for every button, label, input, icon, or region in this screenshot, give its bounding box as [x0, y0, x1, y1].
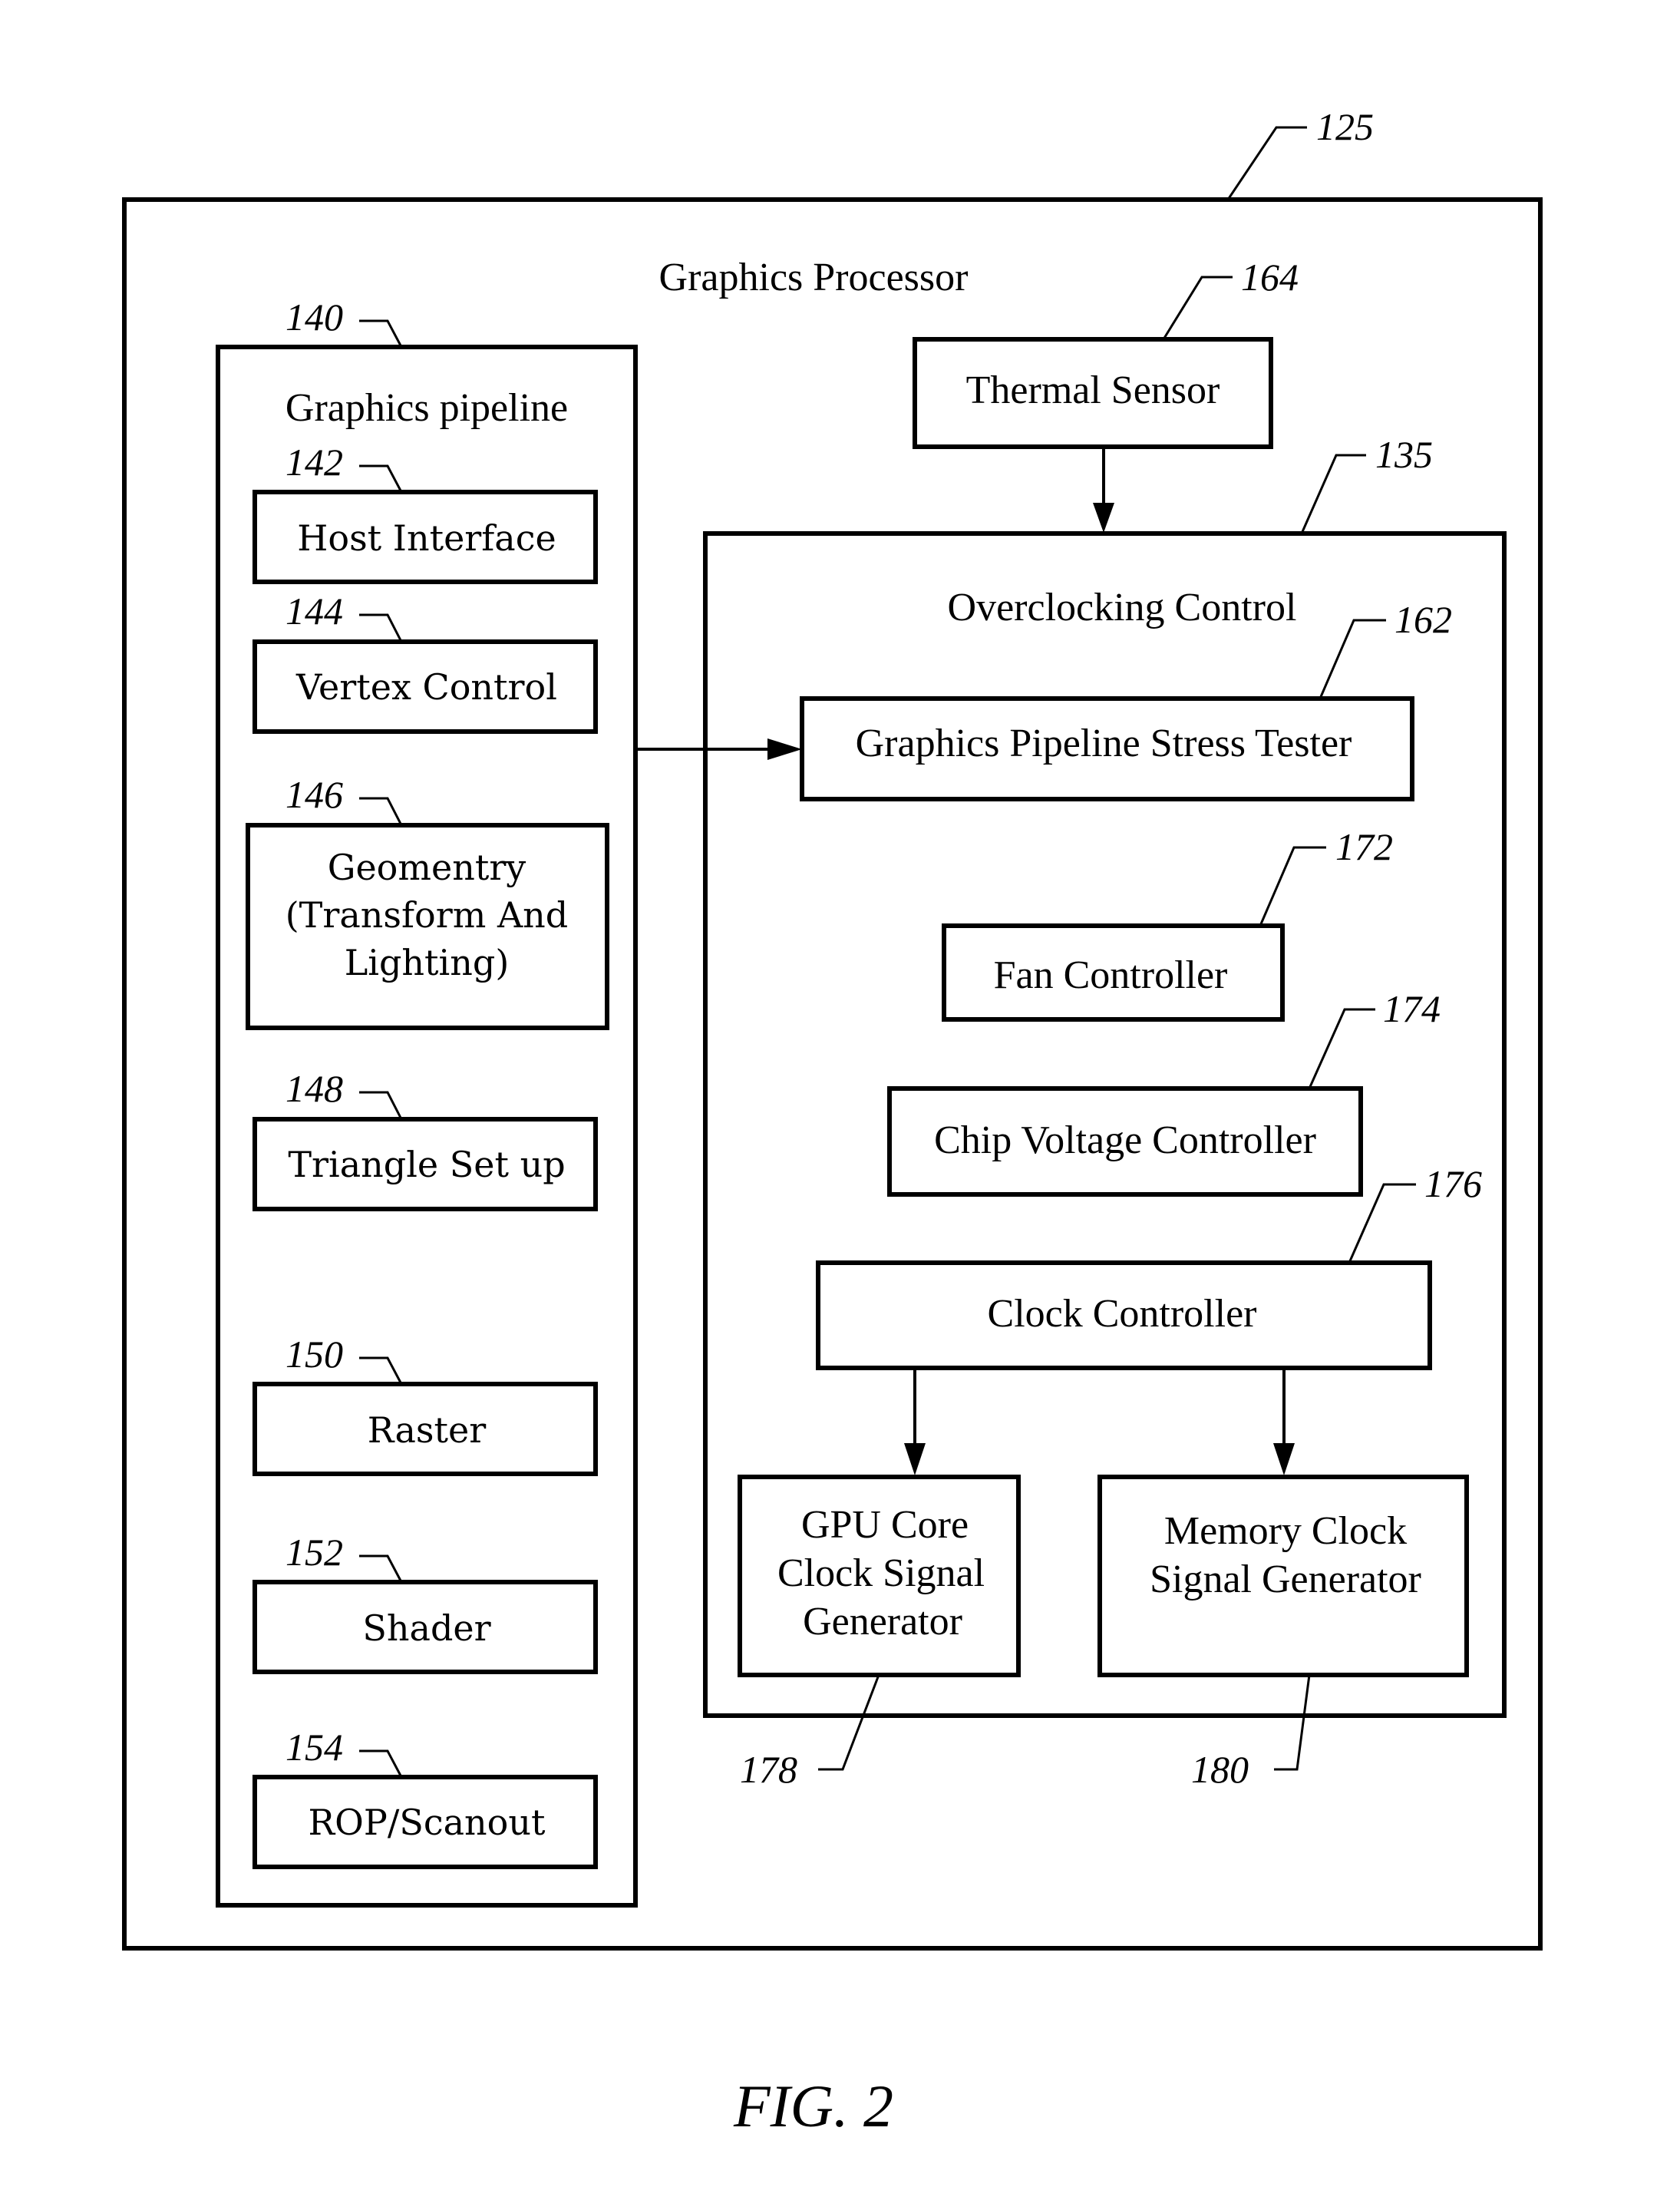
overclocking-control: Overclocking Control 135 Graphics Pipeli…: [703, 433, 1507, 1791]
thermal-sensor-ref: 164: [1241, 256, 1299, 299]
graphics-pipeline-title: Graphics pipeline: [286, 386, 568, 430]
gpu-core-clock-generator-label-line-3: Generator: [803, 1600, 962, 1643]
graphics-processor-ref: 125: [1316, 105, 1374, 148]
fan-controller-ref: 172: [1335, 825, 1393, 868]
fan-controller-label: Fan Controller: [994, 953, 1228, 997]
geometry-ref: 146: [286, 773, 343, 816]
raster-ref: 150: [286, 1333, 343, 1376]
clock-controller-ref: 176: [1424, 1162, 1482, 1205]
geometry-label-line-2: (Transform And: [286, 894, 569, 936]
memory-clock-generator-ref: 180: [1191, 1748, 1249, 1791]
host-interface-label: Host Interface: [297, 517, 556, 559]
shader-label: Shader: [362, 1607, 490, 1649]
triangle-setup-ref: 148: [286, 1067, 343, 1110]
figure-caption: FIG. 2: [733, 2073, 893, 2139]
gpu-core-clock-generator-label-line-2: Clock Signal: [777, 1551, 985, 1595]
gpu-core-clock-generator-ref: 178: [740, 1748, 797, 1791]
geometry-label-line-1: Geomentry: [328, 847, 526, 888]
patent-figure: Graphics Processor 125 Graphics pipeline…: [122, 105, 1543, 2139]
gpu-core-clock-generator-label-line-1: GPU Core: [801, 1503, 969, 1547]
stress-tester-label: Graphics Pipeline Stress Tester: [856, 722, 1352, 765]
chip-voltage-controller-label: Chip Voltage Controller: [934, 1118, 1316, 1162]
graphics-pipeline: Graphics pipeline 140 Host Interface 142…: [216, 296, 638, 1908]
overclocking-control-title: Overclocking Control: [948, 586, 1297, 629]
triangle-setup-label: Triangle Set up: [288, 1144, 565, 1185]
graphics-processor-leader: [1226, 126, 1307, 200]
thermal-sensor-label: Thermal Sensor: [966, 368, 1220, 412]
memory-clock-generator-label-line-2: Signal Generator: [1150, 1558, 1421, 1601]
overclocking-control-ref: 135: [1375, 433, 1433, 476]
clock-controller-label: Clock Controller: [988, 1292, 1257, 1336]
graphics-processor-title: Graphics Processor: [659, 256, 969, 299]
geometry-label-line-3: Lighting): [345, 942, 510, 983]
raster-label: Raster: [368, 1409, 486, 1451]
shader-ref: 152: [286, 1531, 343, 1574]
host-interface-ref: 142: [286, 441, 343, 484]
rop-scanout-label: ROP/Scanout: [309, 1802, 546, 1843]
chip-voltage-controller-ref: 174: [1383, 987, 1441, 1030]
vertex-control-label: Vertex Control: [295, 666, 557, 708]
rop-scanout-ref: 154: [286, 1726, 343, 1769]
stress-tester-ref: 162: [1394, 598, 1452, 641]
vertex-control-ref: 144: [286, 590, 343, 633]
memory-clock-generator-label-line-1: Memory Clock: [1164, 1509, 1407, 1553]
graphics-pipeline-ref: 140: [286, 296, 343, 339]
